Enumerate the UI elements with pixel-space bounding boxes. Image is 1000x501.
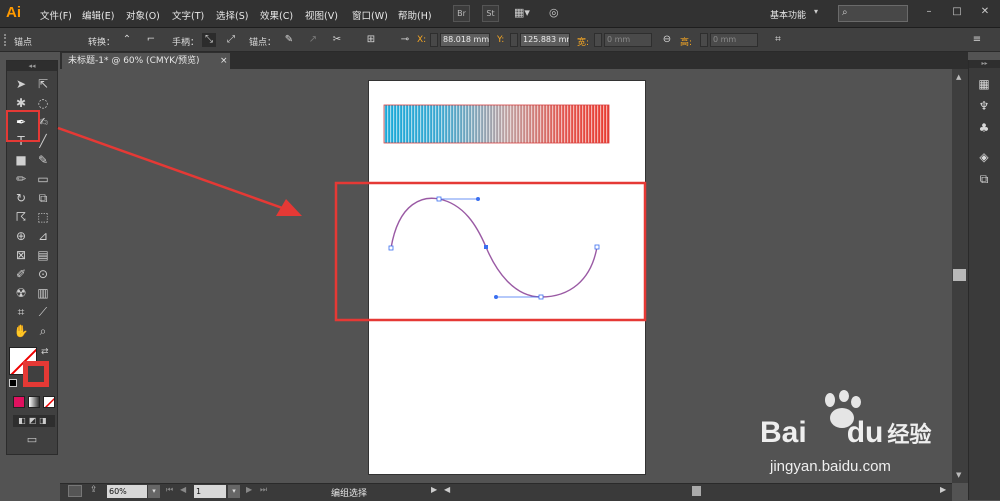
artboard-dropdown-icon[interactable]: ▾ (228, 485, 240, 498)
scroll-right-icon[interactable]: ▶ (940, 485, 946, 494)
status-menu-icon[interactable]: ▶ (431, 485, 437, 494)
watermark-brand: Bai (760, 416, 807, 449)
watermark-brand-du: du (846, 416, 884, 449)
expand-panels-icon[interactable]: ▸▸ (969, 60, 1000, 68)
next-artboard-icon[interactable]: ▶ (246, 485, 252, 494)
color-panel-icon[interactable]: ▦ (975, 75, 993, 93)
zoom-dropdown-icon[interactable]: ▾ (148, 485, 160, 498)
scroll-up-icon[interactable]: ▲ (956, 73, 961, 81)
horizontal-scroll-thumb[interactable] (692, 486, 701, 496)
prev-artboard-icon[interactable]: ◀ (180, 485, 186, 494)
annotation-arrow (57, 126, 289, 212)
annotation-box (334, 181, 647, 322)
zoom-field[interactable]: 60% (107, 485, 147, 498)
first-artboard-icon[interactable]: ⏮ (166, 485, 173, 495)
status-icon[interactable] (68, 485, 82, 497)
baidu-watermark: Bai du 经验 jingyan.baidu.com (760, 390, 960, 485)
watermark-url: jingyan.baidu.com (770, 458, 891, 475)
share-icon[interactable]: ⇪ (90, 485, 98, 495)
last-artboard-icon[interactable]: ⏭ (260, 485, 267, 495)
artboard-number-field[interactable]: 1 (194, 485, 226, 498)
watermark-brand-cn: 经验 (887, 422, 932, 447)
brushes-panel-icon[interactable]: ♆ (975, 97, 993, 115)
layers-panel-icon[interactable]: ◈ (975, 148, 993, 166)
artboards-panel-icon[interactable]: ⧉ (975, 170, 993, 188)
current-tool-status: 编组选择 (331, 489, 368, 499)
scroll-left-icon[interactable]: ◀ (444, 485, 450, 494)
vertical-scroll-thumb[interactable] (953, 269, 966, 281)
symbols-panel-icon[interactable]: ♣ (975, 119, 993, 137)
